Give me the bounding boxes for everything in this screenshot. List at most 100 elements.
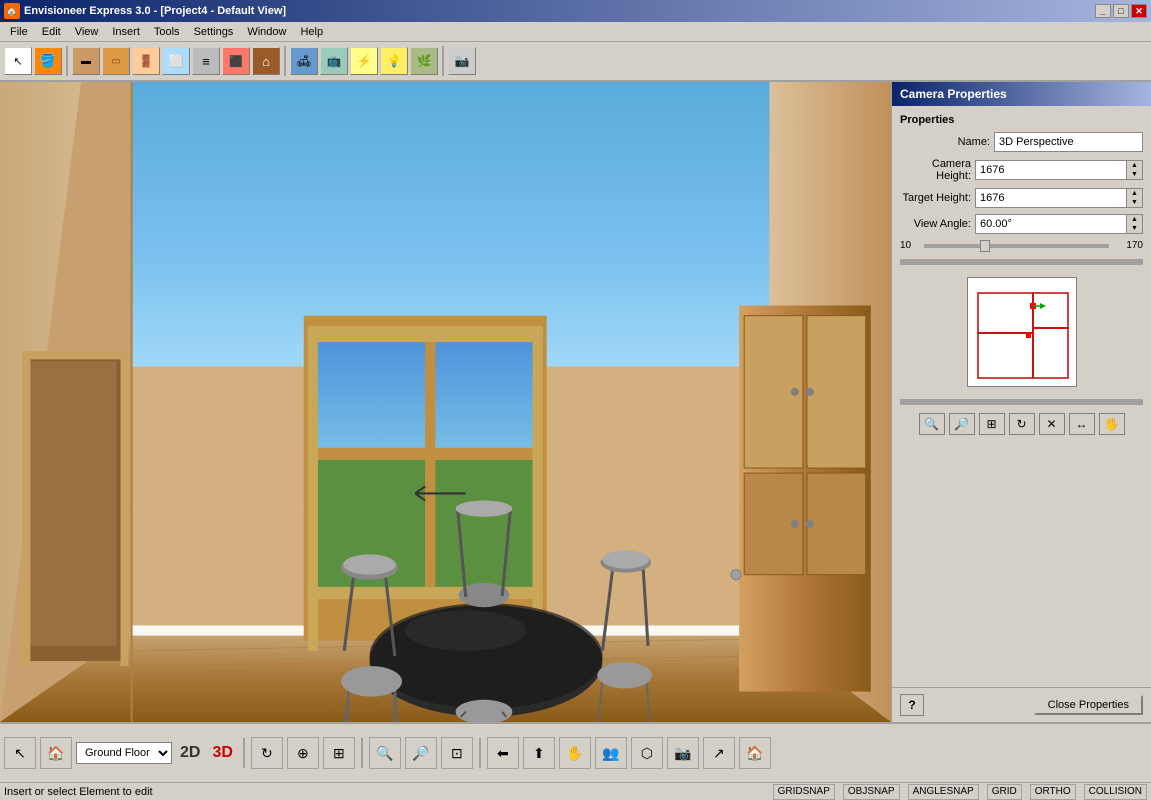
angle-slider-thumb[interactable] (980, 240, 990, 252)
toolbar-separator-1 (66, 46, 68, 76)
view-hand-btn[interactable]: 🖐 (1099, 413, 1125, 435)
tool-decoration[interactable]: 🌿 (410, 47, 438, 75)
view-fit-btn[interactable]: ⊞ (979, 413, 1005, 435)
title-bar-left: 🏠 Envisioneer Express 3.0 - [Project4 - … (4, 3, 286, 19)
camera-height-input[interactable] (975, 160, 1127, 180)
view-angle-input-box: ▲ ▼ (975, 214, 1143, 234)
maximize-button[interactable]: □ (1113, 4, 1129, 18)
bottom-zoom-in-btn[interactable]: 🔍 (369, 737, 401, 769)
view-angle-up[interactable]: ▲ (1127, 215, 1142, 224)
status-collision[interactable]: COLLISION (1084, 784, 1147, 800)
floor-selector[interactable]: Ground Floor First Floor Second Floor Ro… (76, 742, 172, 764)
camera-height-input-box: ▲ ▼ (975, 160, 1143, 180)
view-angle-down[interactable]: ▼ (1127, 224, 1142, 233)
tool-roof[interactable]: ⌂ (252, 47, 280, 75)
bottom-zoom-fit-btn[interactable]: ⊡ (441, 737, 473, 769)
camera-height-up[interactable]: ▲ (1127, 161, 1142, 170)
tool-appliance[interactable]: 📺 (320, 47, 348, 75)
tool-furniture[interactable]: 🛋 (290, 47, 318, 75)
view-pan-btn[interactable]: ↔ (1069, 413, 1095, 435)
window-title: Envisioneer Express 3.0 - [Project4 - De… (24, 5, 286, 17)
minimap-container (900, 269, 1143, 395)
close-button[interactable]: ✕ (1131, 4, 1147, 18)
bottom-hand-btn[interactable]: ✋ (559, 737, 591, 769)
bottom-tool-4[interactable]: ⬅ (487, 737, 519, 769)
angle-slider-track[interactable] (924, 244, 1109, 248)
view-angle-input[interactable] (975, 214, 1127, 234)
bottom-house-btn[interactable]: 🏠 (40, 737, 72, 769)
tool-room[interactable]: ⬛ (222, 47, 250, 75)
target-height-down[interactable]: ▼ (1127, 198, 1142, 207)
bottom-nav-btn[interactable]: ↗ (703, 737, 735, 769)
bottom-zoom-out-btn[interactable]: 🔎 (405, 737, 437, 769)
status-grid[interactable]: GRID (987, 784, 1022, 800)
tool-door[interactable]: 🚪 (132, 47, 160, 75)
tool-camera[interactable]: 📷 (448, 47, 476, 75)
menu-view[interactable]: View (69, 24, 105, 40)
bottom-select-btn[interactable]: ↖ (4, 737, 36, 769)
tool-electrical[interactable]: ⚡ (350, 47, 378, 75)
angle-slider-row: 10 170 (900, 240, 1143, 251)
slider-min-label: 10 (900, 240, 920, 251)
bottom-camera-btn[interactable]: 📷 (667, 737, 699, 769)
minimap[interactable] (967, 277, 1077, 387)
target-height-row: Target Height: ▲ ▼ (900, 188, 1143, 208)
status-gridsnap[interactable]: GRIDSNAP (773, 784, 835, 800)
slider-max-label: 170 (1113, 240, 1143, 251)
bottom-3d-btn[interactable]: ⬡ (631, 737, 663, 769)
camera-height-row: Camera Height: ▲ ▼ (900, 158, 1143, 182)
minimap-svg (968, 278, 1076, 386)
bottom-home-btn[interactable]: 🏠 (739, 737, 771, 769)
target-height-label: Target Height: (900, 192, 971, 204)
menu-tools[interactable]: Tools (148, 24, 186, 40)
panel-divider-1 (900, 259, 1143, 265)
camera-height-down[interactable]: ▼ (1127, 170, 1142, 179)
view-rotate-btn[interactable]: ↻ (1009, 413, 1035, 435)
title-bar: 🏠 Envisioneer Express 3.0 - [Project4 - … (0, 0, 1151, 22)
camera-height-spinner: ▲ ▼ (1127, 160, 1143, 180)
status-anglesnap[interactable]: ANGLESNAP (908, 784, 979, 800)
menu-help[interactable]: Help (294, 24, 329, 40)
menu-bar: File Edit View Insert Tools Settings Win… (0, 22, 1151, 42)
mode-2d-button[interactable]: 2D (176, 742, 204, 764)
menu-settings[interactable]: Settings (188, 24, 240, 40)
bottom-tool-2[interactable]: ⊕ (287, 737, 319, 769)
scene-svg (0, 82, 891, 722)
tool-paint[interactable]: 🪣 (34, 47, 62, 75)
menu-insert[interactable]: Insert (106, 24, 146, 40)
status-ortho[interactable]: ORTHO (1030, 784, 1076, 800)
bottom-tool-5[interactable]: ⬆ (523, 737, 555, 769)
status-objsnap[interactable]: OBJSNAP (843, 784, 900, 800)
target-height-up[interactable]: ▲ (1127, 189, 1142, 198)
tool-int-wall[interactable]: ▭ (102, 47, 130, 75)
bottom-tool-1[interactable]: ↻ (251, 737, 283, 769)
name-row: Name: 3D Perspective (900, 132, 1143, 152)
name-label: Name: (900, 136, 990, 148)
tool-ext-wall[interactable]: ▬ (72, 47, 100, 75)
minimize-button[interactable]: _ (1095, 4, 1111, 18)
tool-window[interactable]: ⬜ (162, 47, 190, 75)
menu-window[interactable]: Window (241, 24, 292, 40)
help-button[interactable]: ? (900, 694, 924, 716)
title-bar-buttons: _ □ ✕ (1095, 4, 1147, 18)
name-value: 3D Perspective (999, 136, 1074, 148)
target-height-spinner: ▲ ▼ (1127, 188, 1143, 208)
view-angle-row: View Angle: ▲ ▼ (900, 214, 1143, 234)
toolbar-separator-2 (284, 46, 286, 76)
menu-file[interactable]: File (4, 24, 34, 40)
tool-select[interactable]: ↖ (4, 47, 32, 75)
viewport-3d[interactable] (0, 82, 891, 722)
target-height-input[interactable] (975, 188, 1127, 208)
bottom-people-btn[interactable]: 👥 (595, 737, 627, 769)
tool-lamp[interactable]: 💡 (380, 47, 408, 75)
view-zoom-in-btn[interactable]: 🔍 (919, 413, 945, 435)
toolbar: ↖ 🪣 ▬ ▭ 🚪 ⬜ ≡ ⬛ ⌂ 🛋 📺 ⚡ 💡 🌿 📷 (0, 42, 1151, 82)
close-properties-button[interactable]: Close Properties (1034, 695, 1143, 715)
mode-3d-button[interactable]: 3D (208, 742, 236, 764)
tool-stair[interactable]: ≡ (192, 47, 220, 75)
menu-edit[interactable]: Edit (36, 24, 67, 40)
view-reset-btn[interactable]: ✕ (1039, 413, 1065, 435)
panel-content: Properties Name: 3D Perspective Camera H… (892, 106, 1151, 687)
bottom-tool-3[interactable]: ⊞ (323, 737, 355, 769)
view-zoom-out-btn[interactable]: 🔎 (949, 413, 975, 435)
